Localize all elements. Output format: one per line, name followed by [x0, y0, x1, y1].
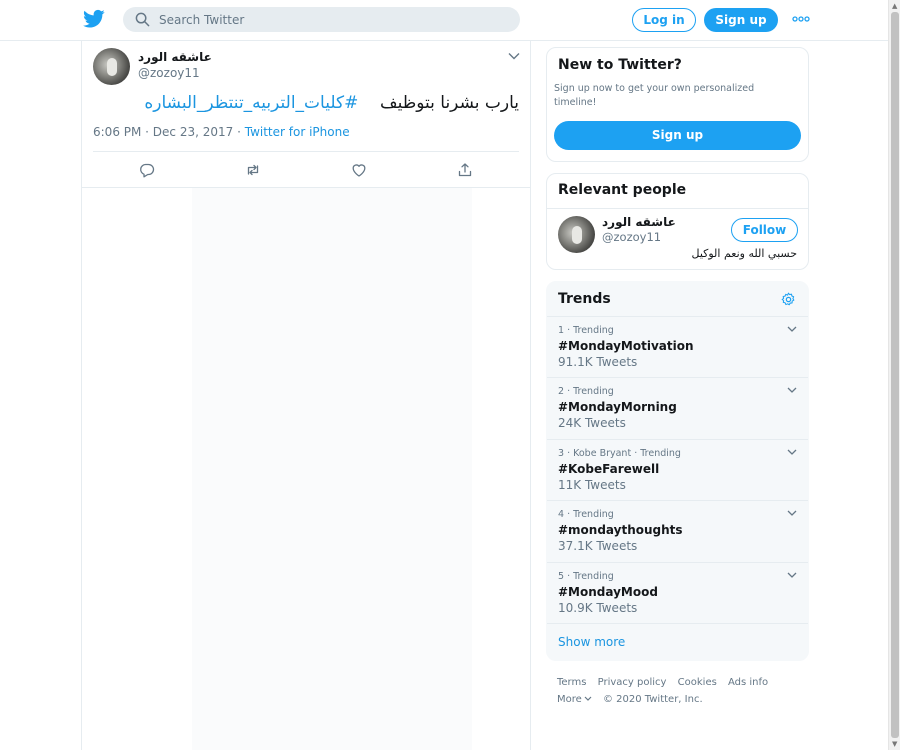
tweet-metadata: 6:06 PM · Dec 23, 2017 · Twitter for iPh…: [93, 125, 350, 139]
trend-count: 37.1K Tweets: [558, 539, 638, 553]
footer-cookies-link[interactable]: Cookies: [678, 677, 717, 688]
divider: [547, 208, 808, 209]
trend-name[interactable]: #KobeFarewell: [558, 462, 659, 476]
show-more-link[interactable]: Show more: [547, 623, 808, 661]
chevron-down-icon[interactable]: [787, 387, 797, 394]
footer-ads-info-link[interactable]: Ads info: [728, 677, 768, 688]
trend-name[interactable]: #mondaythoughts: [558, 523, 683, 537]
tweet[interactable]: عاشقه الورد @zozoy11 يارب بشرنا بتوظيف #…: [82, 41, 530, 188]
search-icon: [135, 12, 150, 27]
person-name[interactable]: عاشقه الورد: [602, 215, 676, 229]
trend-name[interactable]: #MondayMood: [558, 585, 658, 599]
chevron-down-icon[interactable]: [787, 326, 797, 333]
trend-meta: 4 · Trending: [558, 509, 614, 520]
trend-item[interactable]: 5 · Trending #MondayMood 10.9K Tweets: [547, 562, 808, 624]
trend-meta: 2 · Trending: [558, 386, 614, 397]
scrollbar-thumb[interactable]: [891, 12, 899, 738]
trend-count: 24K Tweets: [558, 416, 626, 430]
trend-name[interactable]: #MondayMotivation: [558, 339, 694, 353]
card-title: Trends: [558, 291, 611, 307]
reply-icon[interactable]: [139, 162, 155, 178]
tweet-body: يارب بشرنا بتوظيف: [379, 93, 519, 113]
tweet-source-link[interactable]: Twitter for iPhone: [245, 125, 350, 139]
trend-count: 11K Tweets: [558, 478, 626, 492]
more-options-icon[interactable]: [792, 14, 810, 24]
like-icon[interactable]: [351, 162, 367, 178]
trend-item[interactable]: 4 · Trending #mondaythoughts 37.1K Tweet…: [547, 500, 808, 562]
search-box[interactable]: [123, 7, 520, 32]
trend-name[interactable]: #MondayMorning: [558, 400, 677, 414]
tweet-author-handle[interactable]: @zozoy11: [138, 66, 200, 80]
card-title: Relevant people: [558, 182, 687, 198]
trend-item[interactable]: 2 · Trending #MondayMorning 24K Tweets: [547, 377, 808, 439]
page: Log in Sign up عاشقه الورد @zozoy11 يارب…: [0, 0, 900, 750]
trend-meta: 3 · Kobe Bryant · Trending: [558, 448, 681, 459]
new-to-twitter-card: New to Twitter? Sign up now to get your …: [546, 47, 809, 162]
relevant-people-card: Relevant people عاشقه الورد @zozoy11 Fol…: [546, 173, 809, 270]
footer: Terms Privacy policy Cookies Ads info Mo…: [557, 674, 797, 708]
scroll-up-arrow-icon[interactable]: ▲: [892, 2, 897, 10]
top-bar: Log in Sign up: [0, 0, 888, 41]
tweet-hashtag-link[interactable]: #كليات_التربيه_تنتظر_البشاره: [144, 93, 358, 113]
footer-more-label[interactable]: More: [557, 694, 582, 705]
person-bio: حسبي الله ونعم الوكيل: [691, 247, 797, 260]
trend-meta: 5 · Trending: [558, 571, 614, 582]
trend-count: 10.9K Tweets: [558, 601, 638, 615]
footer-more-link[interactable]: More: [557, 694, 592, 705]
footer-terms-link[interactable]: Terms: [557, 677, 586, 688]
signup-card-button[interactable]: Sign up: [554, 121, 801, 150]
tweet-actions: [82, 152, 530, 188]
avatar[interactable]: [558, 216, 595, 253]
share-icon[interactable]: [457, 162, 473, 178]
background-panel: [192, 188, 472, 750]
chevron-down-icon[interactable]: [787, 449, 797, 456]
trend-count: 91.1K Tweets: [558, 355, 638, 369]
trend-meta: 1 · Trending: [558, 325, 614, 336]
trends-card: Trends 1 · Trending #MondayMotivation 91…: [546, 281, 809, 661]
retweet-icon[interactable]: [245, 162, 261, 178]
footer-privacy-link[interactable]: Privacy policy: [598, 677, 667, 688]
show-more-label[interactable]: Show more: [558, 635, 625, 649]
search-input[interactable]: [159, 9, 499, 30]
login-button[interactable]: Log in: [632, 8, 696, 32]
twitter-logo-icon[interactable]: [83, 9, 105, 29]
chevron-down-icon[interactable]: [787, 572, 797, 579]
trend-item[interactable]: 3 · Kobe Bryant · Trending #KobeFarewell…: [547, 439, 808, 501]
page-scrollbar[interactable]: ▲ ▼: [888, 0, 900, 750]
person-handle[interactable]: @zozoy11: [602, 230, 661, 244]
avatar[interactable]: [93, 48, 130, 85]
copyright: © 2020 Twitter, Inc.: [602, 694, 703, 705]
trend-item[interactable]: 1 · Trending #MondayMotivation 91.1K Twe…: [547, 316, 808, 378]
chevron-down-icon[interactable]: [787, 510, 797, 517]
gear-icon[interactable]: [781, 292, 796, 307]
card-title: New to Twitter?: [558, 57, 682, 73]
tweet-author-name[interactable]: عاشقه الورد: [138, 50, 212, 64]
meta-separator: ·: [233, 125, 245, 139]
scroll-down-arrow-icon[interactable]: ▼: [892, 740, 897, 748]
chevron-down-icon[interactable]: [508, 52, 520, 60]
tweet-timestamp[interactable]: 6:06 PM · Dec 23, 2017: [93, 125, 233, 139]
card-description: Sign up now to get your own personalized…: [554, 83, 755, 108]
timeline-column: عاشقه الورد @zozoy11 يارب بشرنا بتوظيف #…: [81, 41, 531, 750]
follow-button[interactable]: Follow: [731, 218, 798, 242]
tweet-text: يارب بشرنا بتوظيف #كليات_التربيه_تنتظر_ا…: [93, 93, 519, 113]
chevron-down-icon: [584, 696, 592, 701]
signup-button[interactable]: Sign up: [704, 8, 778, 32]
